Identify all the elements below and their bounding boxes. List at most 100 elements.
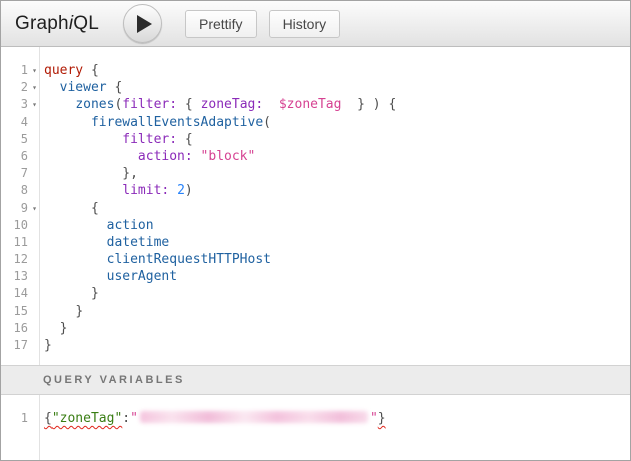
code-line-text[interactable]: } [39,303,83,320]
code-line-text[interactable]: clientRequestHTTPHost [39,251,271,268]
token-property: datetime [107,235,170,250]
line-gutter: 7 [1,165,39,182]
line-gutter: 12 [1,251,39,268]
query-code-lines: 1▾query {2▾ viewer {3▾ zones(filter: { z… [1,62,630,354]
gutter-divider [39,47,40,365]
token-property: clientRequestHTTPHost [107,252,271,267]
code-line-text[interactable]: action: "block" [39,148,255,165]
token-plain [44,115,91,130]
token-punctuation: } [91,286,99,301]
line-gutter: 4 [1,114,39,131]
code-line: 11 datetime [1,234,630,251]
token-punctuation: } [44,338,52,353]
code-line-text[interactable]: viewer { [39,79,122,96]
line-gutter: 1▾ [1,62,39,79]
token-plain [44,321,60,336]
line-gutter: 2▾ [1,79,39,96]
code-line-text[interactable]: {"zoneTag":""} [39,410,386,427]
fold-arrow-icon[interactable]: ▾ [30,200,39,217]
code-line: 16 } [1,320,630,337]
token-punctuation: { [44,411,52,426]
variables-code-lines: 1{"zoneTag":""} [1,410,630,427]
line-number: 11 [1,234,30,251]
fold-arrow-icon[interactable]: ▾ [30,79,39,96]
line-number: 6 [1,148,30,165]
code-line-text[interactable]: } [39,285,99,302]
code-line: 8 limit: 2) [1,182,630,199]
play-icon [137,15,152,33]
token-plain [44,201,91,216]
code-line-text[interactable]: filter: { [39,131,193,148]
token-property: userAgent [107,269,177,284]
app-title-ql: QL [73,13,99,34]
token-plain [44,97,75,112]
line-number: 16 [1,320,30,337]
token-number: 2 [177,183,185,198]
line-gutter: 14 [1,285,39,302]
token-punctuation: { [185,97,193,112]
token-punctuation: } [60,321,68,336]
history-button[interactable]: History [269,10,341,38]
code-line-text[interactable]: query { [39,62,99,79]
token-plain [44,132,122,147]
line-number: 5 [1,131,30,148]
code-line-text[interactable]: firewallEventsAdaptive( [39,114,271,131]
line-number: 7 [1,165,30,182]
token-plain [44,286,91,301]
token-plain [193,97,201,112]
code-line-text[interactable]: }, [39,165,138,182]
code-line: 10 action [1,217,630,234]
token-keyword: query [44,63,83,78]
code-line-text[interactable]: action [39,217,154,234]
line-gutter: 9▾ [1,200,39,217]
token-punctuation: { [91,201,99,216]
token-plain [44,252,107,267]
token-punctuation: } [357,97,365,112]
query-variables-header[interactable]: QUERY VARIABLES [1,365,630,395]
code-line-text[interactable]: } [39,337,52,354]
token-plain [44,218,107,233]
line-gutter: 13 [1,268,39,285]
line-number: 4 [1,114,30,131]
line-number: 10 [1,217,30,234]
code-line: 12 clientRequestHTTPHost [1,251,630,268]
token-property: zones [75,97,114,112]
code-line: 14 } [1,285,630,302]
token-property: firewallEventsAdaptive [91,115,263,130]
token-plain [177,132,185,147]
query-editor[interactable]: 1▾query {2▾ viewer {3▾ zones(filter: { z… [1,47,630,365]
code-line-text[interactable]: datetime [39,234,169,251]
code-line-text[interactable]: { [39,200,99,217]
code-line-text[interactable]: limit: 2) [39,182,193,199]
code-line: 17} [1,337,630,354]
token-plain [44,183,122,198]
code-line-text[interactable]: userAgent [39,268,177,285]
line-number: 13 [1,268,30,285]
token-plain [341,97,357,112]
token-variable: $zoneTag [279,97,342,112]
variables-editor[interactable]: 1{"zoneTag":""} [1,395,630,460]
graphiql-window: GraphiQL Prettify History 1▾query {2▾ vi… [0,0,631,461]
code-line-text[interactable]: } [39,320,67,337]
token-plain [177,97,185,112]
toolbar: GraphiQL Prettify History [1,1,630,47]
token-plain [169,183,177,198]
line-number: 2 [1,79,30,96]
prettify-button[interactable]: Prettify [185,10,257,38]
token-punctuation: }, [122,166,138,181]
token-punctuation: } [378,411,386,426]
token-string: " [130,411,138,426]
token-punctuation: ) [373,97,381,112]
execute-query-button[interactable] [123,4,162,43]
token-plain [193,149,201,164]
fold-arrow-icon[interactable]: ▾ [30,62,39,79]
line-number: 12 [1,251,30,268]
app-title-graph: Graph [15,13,69,34]
code-line-text[interactable]: zones(filter: { zoneTag: $zoneTag } ) { [39,96,396,113]
line-number: 3 [1,96,30,113]
line-gutter: 17 [1,337,39,354]
token-plain [44,269,107,284]
fold-arrow-icon[interactable]: ▾ [30,96,39,113]
token-property: viewer [60,80,107,95]
token-string: "block" [201,149,256,164]
